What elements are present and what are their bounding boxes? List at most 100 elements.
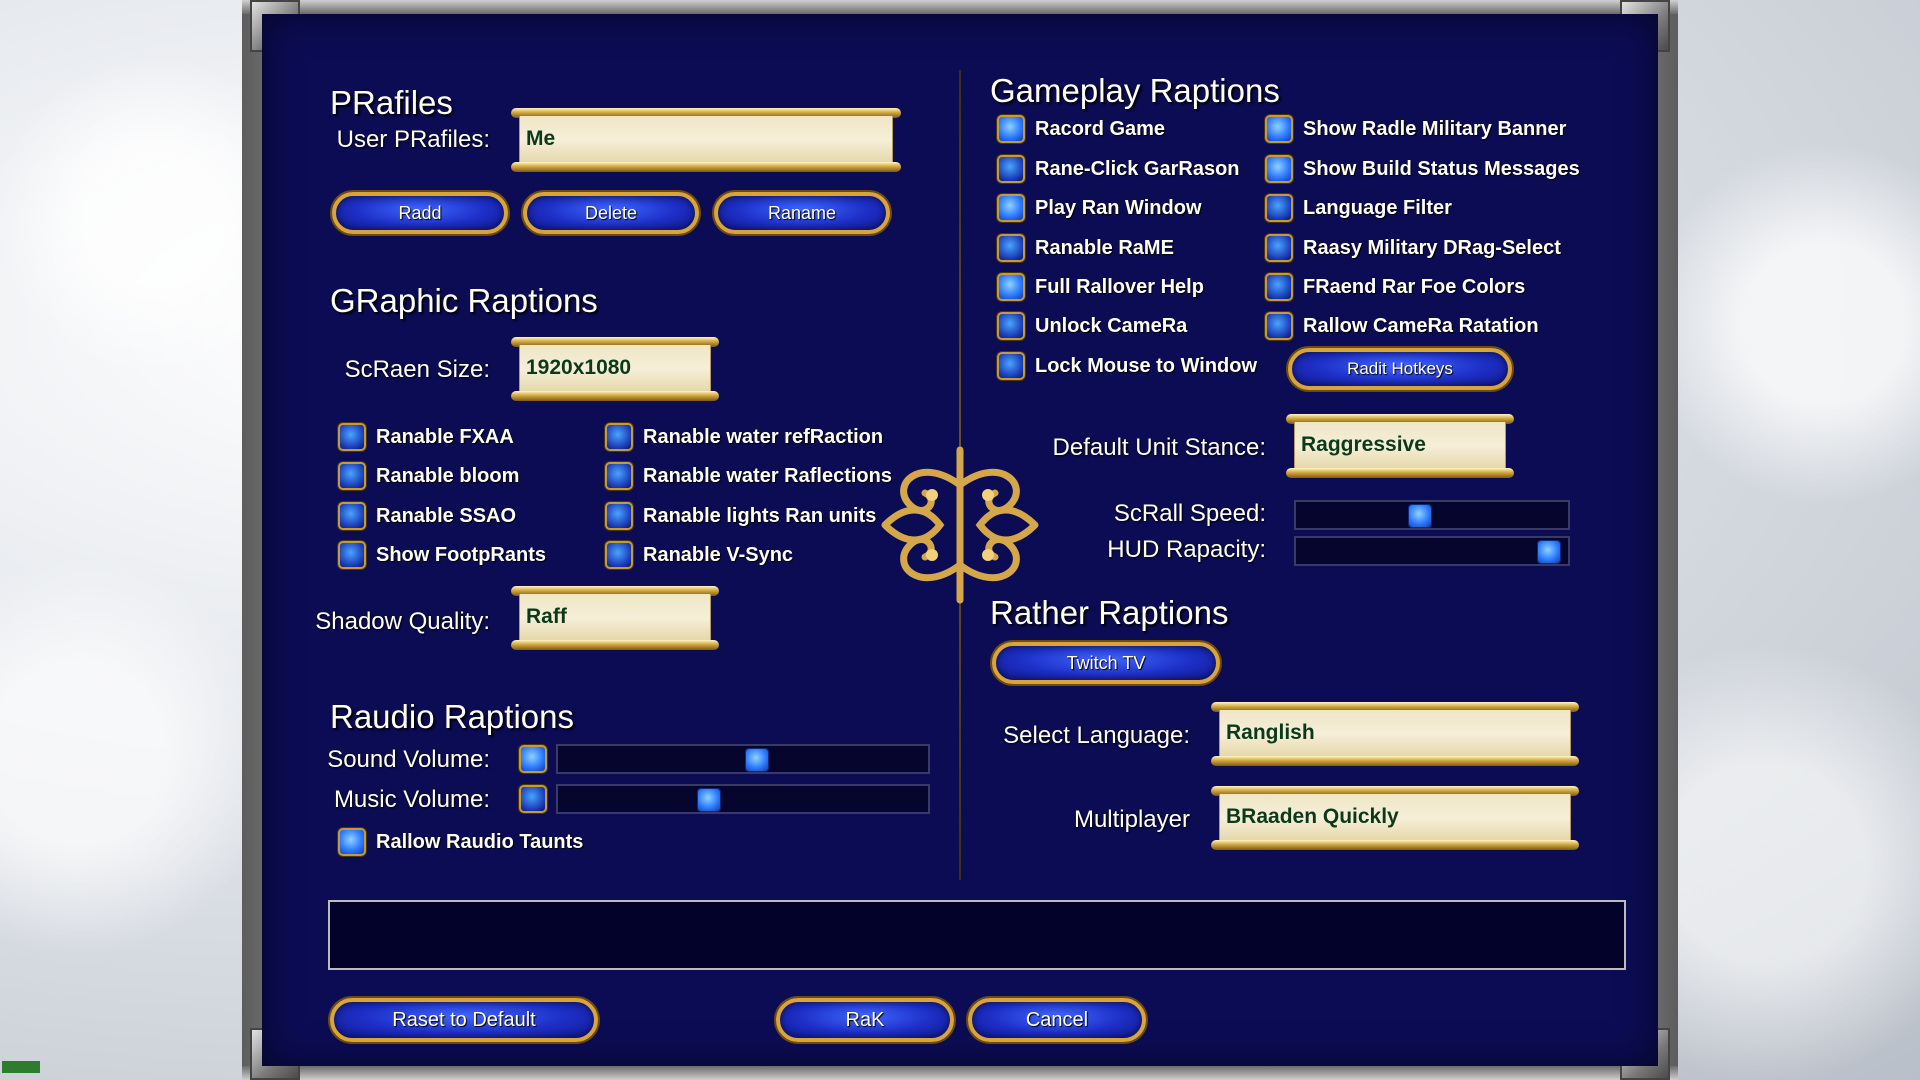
default-unit-stance-dropdown[interactable]: Raggressive <box>1286 414 1514 478</box>
checkbox-enable-ssao[interactable]: Ranable SSAO <box>338 502 516 530</box>
checkbox-idle-military-banner[interactable]: Show Radle Military Banner <box>1265 115 1566 143</box>
checkbox-label: Rane-Click GarRason <box>1035 157 1240 180</box>
screen-size-value: 1920x1080 <box>519 345 711 393</box>
hud-opacity-label: HUD Rapacity: <box>1107 536 1266 563</box>
checkbox-water-reflections[interactable]: Ranable water Raflections <box>605 462 892 490</box>
checkbox-box[interactable] <box>997 273 1025 301</box>
sound-volume-slider[interactable] <box>556 744 930 774</box>
multiplayer-dropdown[interactable]: BRaaden Quickly <box>1211 786 1579 850</box>
checkbox-box[interactable] <box>338 462 366 490</box>
fps-indicator <box>2 1061 40 1073</box>
screen-size-label: ScRaen Size: <box>344 356 490 383</box>
checkbox-box[interactable] <box>1265 273 1293 301</box>
scroll-rod-bottom <box>1211 756 1579 766</box>
select-language-dropdown[interactable]: Ranglish <box>1211 702 1579 766</box>
checkbox-box[interactable] <box>338 828 366 856</box>
screen-size-dropdown[interactable]: 1920x1080 <box>511 337 719 401</box>
scroll-rod-bottom <box>1211 840 1579 850</box>
checkbox-unlock-camera[interactable]: Unlock CameRa <box>997 312 1187 340</box>
checkbox-label: Ranable RaME <box>1035 236 1174 259</box>
multiplayer-label: Multiplayer <box>1073 806 1190 833</box>
ok-button[interactable]: RaK <box>776 998 954 1042</box>
twitch-tv-button[interactable]: Twitch TV <box>992 642 1220 684</box>
select-language-label: Select Language: <box>1003 722 1190 749</box>
checkbox-label: Rallow Raudio Taunts <box>376 830 584 853</box>
slider-knob[interactable] <box>696 788 721 812</box>
checkbox-label: Language Filter <box>1303 196 1452 219</box>
checkbox-show-footprints[interactable]: Show FootpRants <box>338 541 546 569</box>
checkbox-friend-or-foe-colors[interactable]: FRaend Rar Foe Colors <box>1265 273 1525 301</box>
checkbox-label: Ranable bloom <box>376 464 520 487</box>
checkbox-label: Ranable FXAA <box>376 425 514 448</box>
profiles-heading: PRafiles <box>330 84 453 121</box>
default-unit-stance-value: Raggressive <box>1294 422 1506 470</box>
checkbox-box[interactable] <box>1265 115 1293 143</box>
checkbox-label: Ranable lights Ran units <box>643 504 877 527</box>
checkbox-label: Ranable water Raflections <box>643 464 892 487</box>
checkbox-box[interactable] <box>1265 312 1293 340</box>
checkbox-one-click-garrison[interactable]: Rane-Click GarRason <box>997 155 1240 183</box>
checkbox-language-filter[interactable]: Language Filter <box>1265 194 1452 222</box>
checkbox-box[interactable] <box>997 234 1025 262</box>
checkbox-box[interactable] <box>997 352 1025 380</box>
shadow-quality-dropdown[interactable]: Raff <box>511 586 719 650</box>
checkbox-audio-taunts[interactable]: Rallow Raudio Taunts <box>338 828 583 856</box>
scroll-speed-slider[interactable] <box>1294 500 1570 530</box>
checkbox-water-refraction[interactable]: Ranable water refRaction <box>605 423 883 451</box>
checkbox-box[interactable] <box>1265 234 1293 262</box>
checkbox-enable-ime[interactable]: Ranable RaME <box>997 234 1174 262</box>
user-profiles-field[interactable]: Me <box>511 108 901 172</box>
checkbox-box[interactable] <box>605 502 633 530</box>
checkbox-box[interactable] <box>997 155 1025 183</box>
slider-knob[interactable] <box>744 748 769 772</box>
rename-profile-button[interactable]: Raname <box>714 192 890 234</box>
checkbox-enable-bloom[interactable]: Ranable bloom <box>338 462 519 490</box>
checkbox-box[interactable] <box>997 115 1025 143</box>
checkbox-lights-on-units[interactable]: Ranable lights Ran units <box>605 502 876 530</box>
checkbox-full-rollover-help[interactable]: Full Rallover Help <box>997 273 1204 301</box>
ornament-icon <box>881 446 1039 604</box>
audio-options-heading: Raudio Raptions <box>330 698 574 735</box>
checkbox-label: Show Radle Military Banner <box>1303 117 1567 140</box>
checkbox-box[interactable] <box>605 423 633 451</box>
checkbox-box[interactable] <box>1265 155 1293 183</box>
checkbox-box[interactable] <box>605 541 633 569</box>
checkbox-enable-fxaa[interactable]: Ranable FXAA <box>338 423 514 451</box>
gameplay-options-heading: Gameplay Raptions <box>990 72 1280 109</box>
user-profiles-value: Me <box>519 116 893 164</box>
checkbox-easy-military-drag-select[interactable]: Raasy Military DRag-Select <box>1265 234 1561 262</box>
checkbox-play-in-window[interactable]: Play Ran Window <box>997 194 1202 222</box>
checkbox-box[interactable] <box>605 462 633 490</box>
add-profile-button[interactable]: Radd <box>332 192 508 234</box>
slider-knob[interactable] <box>1537 540 1562 564</box>
checkbox-lock-mouse[interactable]: Lock Mouse to Window <box>997 352 1257 380</box>
checkbox-label: Show Build Status Messages <box>1303 157 1580 180</box>
checkbox-label: FRaend Rar Foe Colors <box>1303 275 1526 298</box>
checkbox-camera-rotation[interactable]: Rallow CameRa Ratation <box>1265 312 1539 340</box>
scroll-rod-bottom <box>1286 468 1514 478</box>
sound-mute-toggle[interactable] <box>519 745 547 773</box>
checkbox-label: Play Ran Window <box>1035 196 1202 219</box>
music-volume-slider[interactable] <box>556 784 930 814</box>
checkbox-box[interactable] <box>997 194 1025 222</box>
slider-knob[interactable] <box>1407 504 1432 528</box>
multiplayer-value: BRaaden Quickly <box>1219 794 1571 842</box>
user-profiles-label: User PRafiles: <box>336 126 490 153</box>
delete-profile-button[interactable]: Delete <box>523 192 699 234</box>
checkbox-box[interactable] <box>997 312 1025 340</box>
checkbox-label: Ranable V-Sync <box>643 543 794 566</box>
checkbox-record-game[interactable]: Racord Game <box>997 115 1165 143</box>
checkbox-build-status-messages[interactable]: Show Build Status Messages <box>1265 155 1580 183</box>
checkbox-vsync[interactable]: Ranable V-Sync <box>605 541 793 569</box>
hud-opacity-slider[interactable] <box>1294 536 1570 566</box>
checkbox-box[interactable] <box>338 541 366 569</box>
checkbox-box[interactable] <box>338 502 366 530</box>
reset-to-default-button[interactable]: Raset to Default <box>330 998 598 1042</box>
checkbox-box[interactable] <box>338 423 366 451</box>
checkbox-box[interactable] <box>1265 194 1293 222</box>
cancel-button[interactable]: Cancel <box>968 998 1146 1042</box>
music-mute-toggle[interactable] <box>519 785 547 813</box>
scroll-rod-bottom <box>511 162 901 172</box>
checkbox-label: Show FootpRants <box>376 543 546 566</box>
edit-hotkeys-button[interactable]: Radit Hotkeys <box>1288 348 1512 390</box>
